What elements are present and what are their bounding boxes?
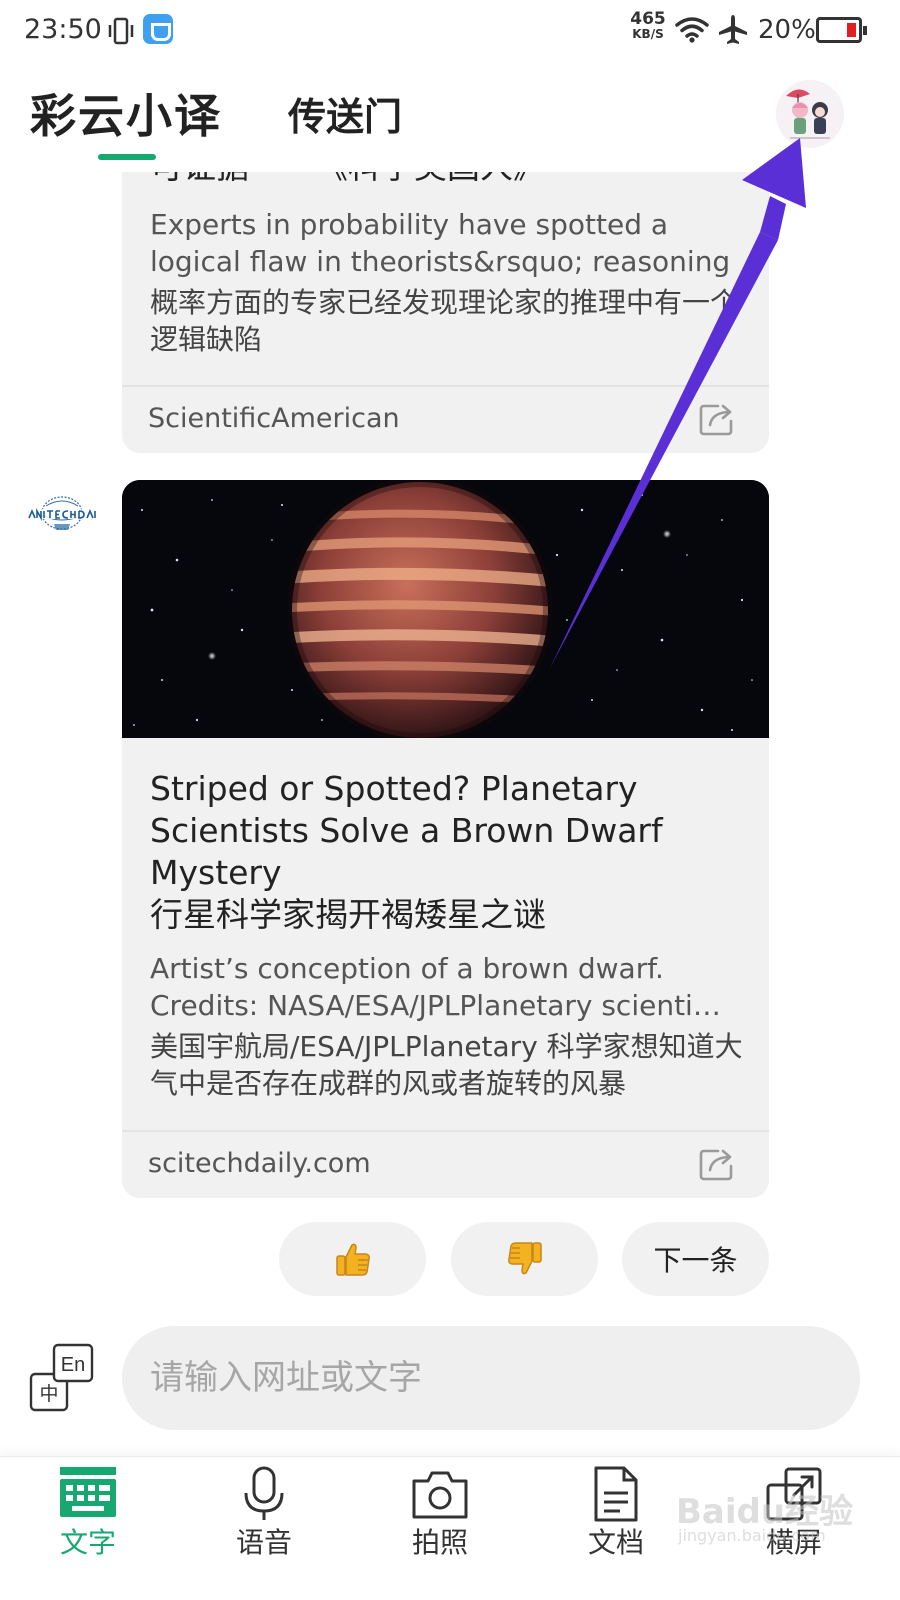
tab-portal[interactable]: 传送门 bbox=[288, 86, 402, 141]
like-button[interactable] bbox=[279, 1222, 426, 1296]
card-excerpt-en: Artist’s conception of a brown dwarf. Cr… bbox=[150, 950, 750, 1024]
card-title[interactable]: Striped or Spotted? Planetary Scientists… bbox=[150, 768, 750, 936]
nav-label: 语音 bbox=[235, 1526, 292, 1559]
nav-item-text[interactable]: 文字 bbox=[28, 1457, 148, 1600]
nav-item-document[interactable]: 文档 bbox=[556, 1457, 676, 1600]
news-card[interactable]: Striped or Spotted? Planetary Scientists… bbox=[122, 480, 769, 1198]
next-item-button[interactable]: 下一条 bbox=[622, 1222, 769, 1296]
nav-label: 文档 bbox=[587, 1526, 644, 1559]
card-title-en: Striped or Spotted? Planetary Scientists… bbox=[150, 769, 663, 892]
tab-caiyun-translator[interactable]: 彩云小译 bbox=[30, 80, 222, 146]
share-icon[interactable] bbox=[698, 1146, 736, 1182]
rotate-screen-icon bbox=[766, 1467, 822, 1521]
share-icon[interactable] bbox=[698, 401, 736, 437]
app-screen: 23:50 465 KB/S 20% 可证据——《科学美国人》 Experts … bbox=[0, 0, 900, 1600]
document-icon bbox=[594, 1466, 638, 1522]
card-excerpt-en-line2: Credits: NASA/ESA/JPLPlanetary scienti… bbox=[150, 989, 721, 1022]
language-switch-icon[interactable]: En 中 bbox=[28, 1342, 96, 1416]
dislike-button[interactable] bbox=[451, 1222, 598, 1296]
nav-label: 文字 bbox=[59, 1526, 116, 1559]
url-or-text-input[interactable] bbox=[122, 1326, 860, 1430]
card-excerpt-en-line1: Artist’s conception of a brown dwarf. bbox=[150, 952, 664, 985]
keyboard-icon bbox=[60, 1467, 116, 1517]
lang-secondary-label: 中 bbox=[39, 1383, 58, 1405]
card-excerpt-en: Experts in probability have spotted a lo… bbox=[150, 208, 731, 278]
nav-item-landscape[interactable]: 横屏 bbox=[734, 1457, 854, 1600]
bottom-nav: 文字 语音 拍照 文档 横屏 bbox=[0, 1456, 900, 1600]
nav-item-voice[interactable]: 语音 bbox=[204, 1457, 324, 1600]
card-title-zh: 行星科学家揭开褐矮星之谜 bbox=[150, 895, 546, 934]
user-avatar[interactable] bbox=[776, 80, 844, 148]
card-excerpt-zh: 美国宇航局/ESA/JPLPlanetary 科学家想知道大气中是否存在成群的风… bbox=[150, 1030, 743, 1100]
nav-label: 横屏 bbox=[765, 1526, 822, 1559]
card-source[interactable]: ScientificAmerican bbox=[148, 403, 400, 434]
thumbs-down-icon bbox=[507, 1242, 542, 1275]
card-divider bbox=[122, 385, 769, 387]
brown-dwarf-image[interactable] bbox=[122, 480, 769, 738]
thumbs-up-icon bbox=[335, 1243, 370, 1276]
nav-item-photo[interactable]: 拍照 bbox=[380, 1457, 500, 1600]
card-excerpt-zh: 概率方面的专家已经发现理论家的推理中有一个逻辑缺陷 bbox=[150, 286, 739, 356]
lang-primary-label: En bbox=[61, 1354, 85, 1376]
camera-icon bbox=[412, 1471, 468, 1519]
card-divider bbox=[122, 1130, 769, 1132]
microphone-icon bbox=[244, 1466, 284, 1520]
scitechdaily-logo bbox=[24, 492, 100, 538]
active-tab-indicator bbox=[98, 154, 156, 160]
nav-label: 拍照 bbox=[411, 1526, 468, 1559]
top-tab-bar: 彩云小译 传送门 bbox=[0, 64, 900, 172]
card-source[interactable]: scitechdaily.com bbox=[148, 1148, 371, 1179]
